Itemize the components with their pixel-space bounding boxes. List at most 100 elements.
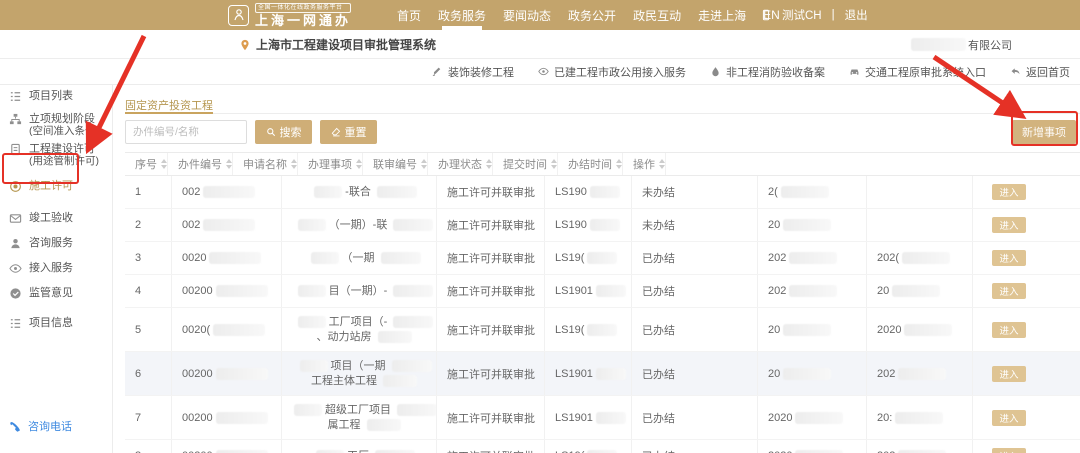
cell-application-name: -联合 [282,176,437,208]
redacted-text [596,368,626,380]
sidebar-item[interactable]: 项目列表 [9,89,112,103]
sidebar-item[interactable]: 咨询服务 [9,236,112,250]
cell-index: 6 [125,352,172,395]
quick-link[interactable]: 非工程消防验收备案 [710,64,825,80]
quick-link[interactable]: 返回首页 [1010,64,1070,80]
quick-link[interactable]: 已建工程市政公用接入服务 [538,64,686,80]
status-badge: 已办结 [642,283,675,299]
redacted-text [203,186,255,198]
table-row: 8 00200 工厂 施工许可并联审批 LS19( 已办结 2020 202 进… [125,440,1080,453]
table-column-header[interactable]: 办理状态 [428,153,493,175]
sidebar-item[interactable]: 施工许可 [9,179,112,193]
sort-icon [551,159,557,169]
enter-button[interactable]: 进入 [992,366,1026,382]
cell-actions: 进入 [973,176,1080,208]
cell-submit-time: 20 [758,308,867,351]
table-row: 4 00200 目（一期）- 施工许可并联审批 LS1901 已办结 202 2… [125,275,1080,308]
enter-button[interactable]: 进入 [992,217,1026,233]
sort-icon [421,159,427,169]
sidebar-item[interactable]: 竣工验收 [9,211,112,225]
table-column-header[interactable]: 序号 [125,153,168,175]
nav-item[interactable]: 首页 [397,0,421,30]
cell-joint-review-number: LS1901 [545,352,632,395]
status-badge: 已办结 [642,366,675,382]
username[interactable]: 测试CH [782,7,822,23]
enter-button[interactable]: 进入 [992,184,1026,200]
redacted-text [789,252,837,264]
divider: | [832,9,835,21]
nav-item[interactable]: 要闻动态 [503,0,551,30]
cell-actions: 进入 [973,209,1080,241]
target-icon [9,180,22,193]
cell-finish-time: 202 [867,440,973,453]
cell-submit-time: 202 [758,242,867,274]
table-row: 7 00200 超级工厂项目 属工程 施工许可并联审批 LS1901 已办结 2… [125,396,1080,440]
nav-item[interactable]: 政务服务 [438,0,486,30]
sort-icon [659,159,665,169]
status-badge: 已办结 [642,410,675,426]
redacted-text [590,219,620,231]
top-nav: 首页 政务服务 要闻动态 政务公开 政民互动 走进上海 EN [397,0,780,30]
cell-status: 已办结 [632,308,758,351]
cell-handling-item: 施工许可并联审批 [437,440,545,453]
eye-icon [9,262,22,275]
cell-finish-time: 20 [867,275,973,307]
table-column-header[interactable]: 提交时间 [493,153,558,175]
sidebar: 项目列表 立项规划阶段 (空间准入条件) 工程建设许可 (用途管制许可) 施工许… [0,85,113,453]
sidebar-item[interactable]: 监管意见 [9,286,112,300]
table-column-header[interactable]: 办理事项 [298,153,363,175]
site-logo[interactable]: 全国一体化在线政务服务平台 上海一网通办 [228,3,351,27]
sidebar-item[interactable]: 接入服务 [9,261,112,275]
sidebar-item[interactable]: 工程建设许可 (用途管制许可) [9,143,112,167]
sidebar-item-phone[interactable]: 咨询电话 [9,418,112,434]
enter-button[interactable]: 进入 [992,322,1026,338]
logout-link[interactable]: 退出 [845,7,868,23]
cell-status: 已办结 [632,275,758,307]
cell-case-number: 00200 [172,396,282,439]
tab-fixed-asset-projects[interactable]: 固定资产投资工程 [125,85,213,114]
table-header-row: 序号 办件编号 申请名称 办理事项 联审编号 办理状态 提交时间 办结时间 操作 [125,152,1080,176]
enter-button[interactable]: 进入 [992,410,1026,426]
company-name: 有限公司 [911,30,1012,59]
nav-item[interactable]: 政务公开 [568,0,616,30]
enter-button[interactable]: 进入 [992,283,1026,299]
sort-icon [161,159,167,169]
doc-icon [9,143,22,156]
cell-joint-review-number: LS1901 [545,275,632,307]
quick-link[interactable]: 交通工程原审批系统入口 [849,64,986,80]
enter-button[interactable]: 进入 [992,250,1026,266]
redacted-text [393,219,433,231]
redacted-text [216,285,268,297]
cell-index: 8 [125,440,172,453]
cell-case-number: 0020 [172,242,282,274]
cell-submit-time: 2020 [758,440,867,453]
status-badge: 已办结 [642,448,675,453]
search-input[interactable] [125,120,247,144]
table-column-header[interactable]: 操作 [623,153,666,175]
cell-status: 已办结 [632,242,758,274]
sidebar-item[interactable]: 项目信息 [9,316,112,330]
table-column-header[interactable]: 联审编号 [363,153,428,175]
mobile-icon[interactable] [760,9,772,21]
add-item-button[interactable]: 新增事项 [1012,120,1076,144]
location-pin-icon [239,39,251,51]
table-row: 5 0020( 工厂项目（- 、动力站房 施工许可并联审批 LS19( 已办结 … [125,308,1080,352]
system-title: 上海市工程建设项目审批管理系统 [239,30,436,59]
sort-icon [291,159,297,169]
table-column-header[interactable]: 办件编号 [168,153,233,175]
search-button[interactable]: 搜索 [255,120,312,144]
nav-item[interactable]: 政民互动 [633,0,681,30]
enter-button[interactable]: 进入 [992,448,1026,453]
reset-button[interactable]: 重置 [320,120,377,144]
nav-item[interactable]: 走进上海 [698,0,746,30]
cell-submit-time: 2( [758,176,867,208]
quick-link[interactable]: 装饰装修工程 [432,64,514,80]
cell-actions: 进入 [973,275,1080,307]
table-column-header[interactable]: 申请名称 [233,153,298,175]
sidebar-item[interactable]: 立项规划阶段 (空间准入条件) [9,113,112,137]
redacted-text [367,419,401,431]
table-column-header[interactable]: 办结时间 [558,153,623,175]
sort-icon [226,159,232,169]
top-header-bar: 全国一体化在线政务服务平台 上海一网通办 首页 政务服务 要闻动态 政务公开 政… [0,0,1080,30]
redacted-text [311,252,339,264]
